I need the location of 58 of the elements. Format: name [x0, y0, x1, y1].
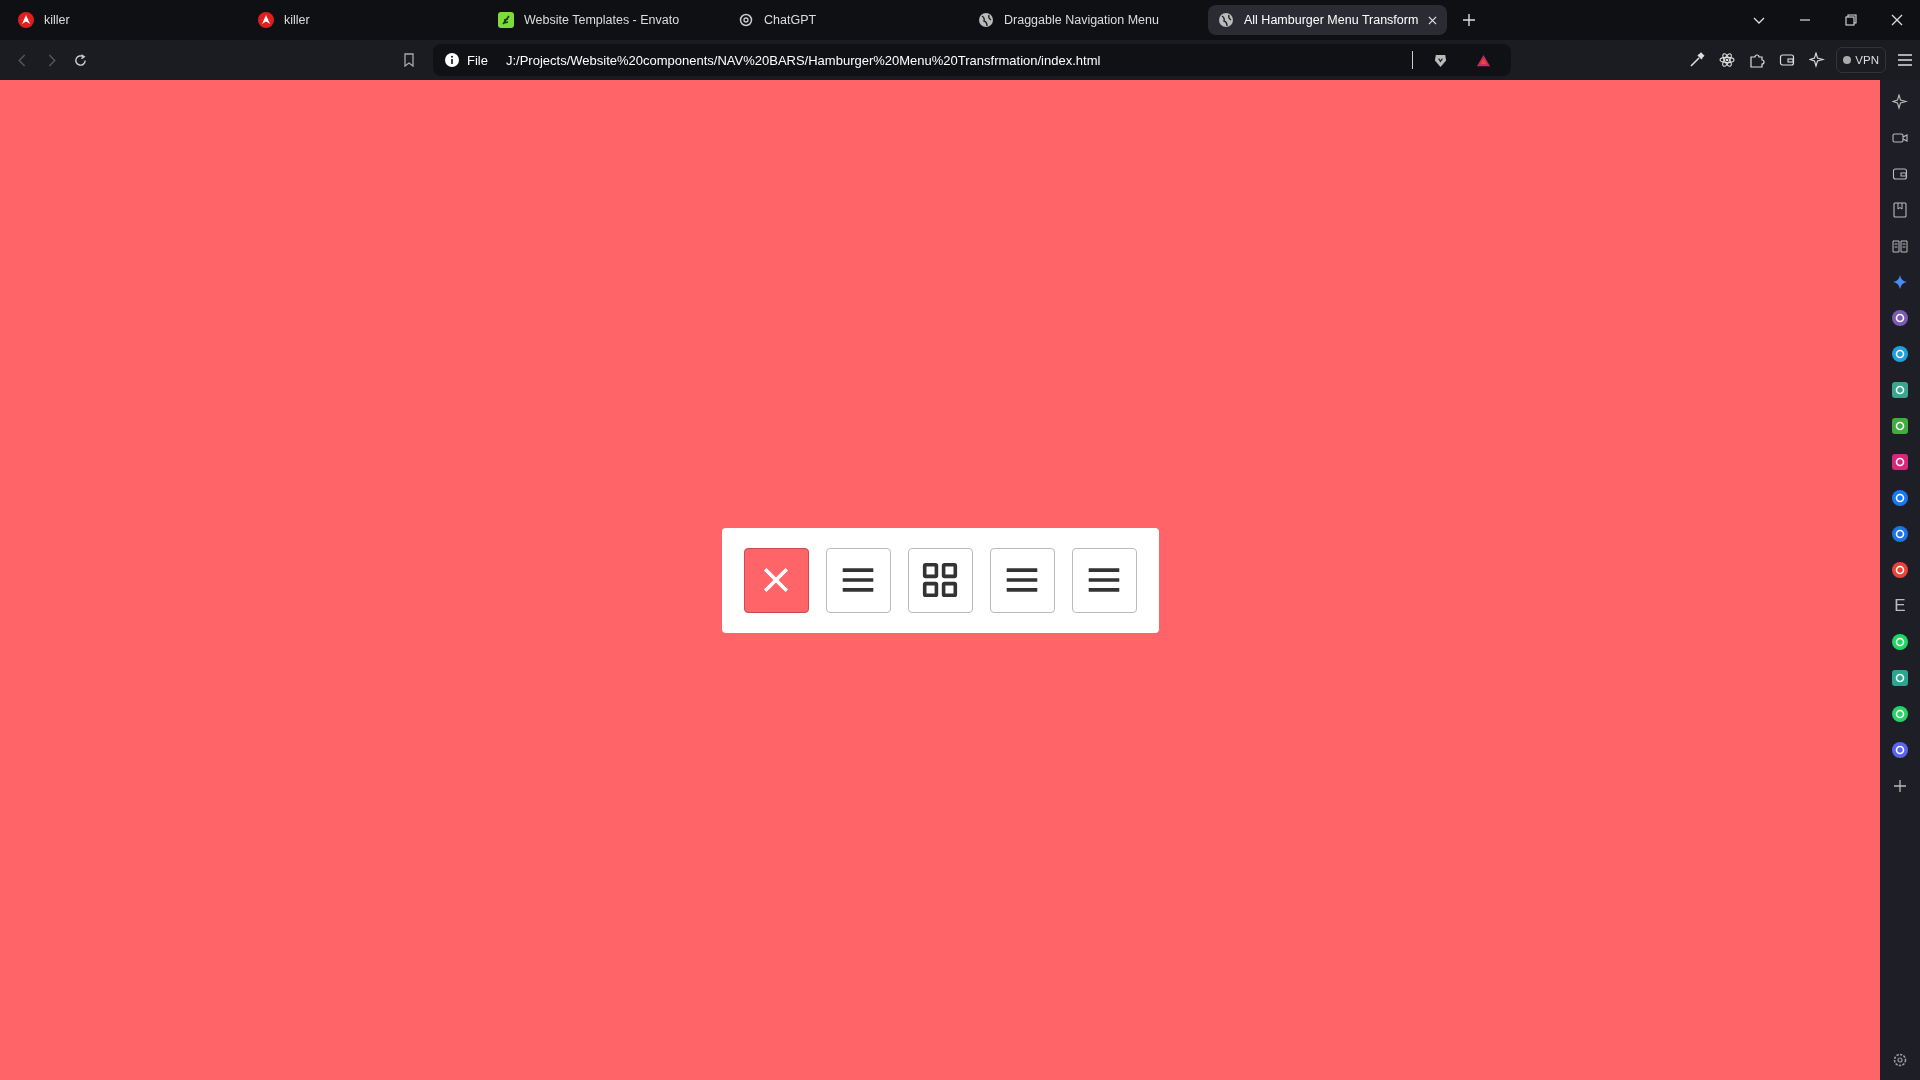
app-logo-icon[interactable] — [1892, 706, 1908, 722]
tab-title: Website Templates - Envato — [524, 13, 681, 27]
status-dot-icon — [1843, 56, 1852, 64]
app-logo-icon[interactable] — [1892, 526, 1908, 542]
menu-toggle-button[interactable] — [743, 547, 809, 613]
reload-icon[interactable] — [74, 53, 87, 67]
wallet-icon[interactable] — [1892, 166, 1908, 182]
app-logo-icon[interactable] — [1892, 310, 1908, 326]
app-logo-icon[interactable] — [1892, 742, 1908, 758]
info-icon — [445, 53, 459, 67]
scheme-label: File — [467, 52, 488, 68]
video-camera-icon[interactable] — [1892, 130, 1908, 146]
browser-tab[interactable]: All Hamburger Menu Transform — [1208, 5, 1448, 35]
menu-toggle-button[interactable] — [825, 547, 891, 613]
triangle-icon[interactable] — [1476, 52, 1491, 68]
address-bar[interactable]: File J:/Projects/Website%20components/NAV%20BARS/Hamburger%20Menu%20Transfrmation/index.html — [433, 44, 1511, 76]
grid-icon — [922, 562, 958, 598]
sparkle-icon[interactable] — [1892, 274, 1908, 290]
tab-title: killer — [284, 13, 311, 27]
eyedropper-icon[interactable] — [1689, 52, 1706, 68]
app-logo-icon[interactable] — [1892, 346, 1908, 362]
browser-tab[interactable]: killer — [248, 5, 474, 35]
settings-icon[interactable] — [1892, 1052, 1908, 1068]
leaf-logo-icon — [498, 12, 514, 28]
url-text: J:/Projects/Website%20components/NAV%20BARS/Hamburger%20Menu%20Transfrmation/index.html — [505, 52, 1102, 68]
globe-icon — [978, 12, 994, 28]
book-icon[interactable] — [1892, 202, 1908, 218]
sparkle-icon[interactable] — [1892, 94, 1908, 110]
app-logo-icon[interactable] — [1892, 562, 1908, 578]
app-logo-icon[interactable] — [1892, 454, 1908, 470]
tab-title: ChatGPT — [764, 13, 818, 27]
close-tab-icon[interactable] — [1428, 15, 1438, 25]
menu-toggle-button[interactable] — [1071, 547, 1137, 613]
atom-icon[interactable] — [1719, 52, 1736, 68]
tab-title: All Hamburger Menu Transform — [1244, 13, 1419, 27]
sparkle-icon[interactable] — [1809, 52, 1826, 68]
browser-tab[interactable]: ChatGPT — [728, 5, 954, 35]
puzzle-icon[interactable] — [1749, 52, 1766, 68]
menu-icon[interactable] — [1897, 52, 1913, 68]
app-logo-icon[interactable] — [1892, 490, 1908, 506]
app-logo-icon[interactable] — [1892, 634, 1908, 650]
bookmark-icon[interactable] — [403, 53, 415, 67]
close-icon[interactable] — [1891, 14, 1903, 26]
add-icon[interactable] — [1892, 778, 1908, 794]
letter-logo-icon[interactable]: E — [1894, 598, 1906, 614]
tab-title: Draggable Navigation Menu — [1004, 13, 1160, 27]
vpn-button[interactable]: VPN — [1836, 47, 1886, 73]
open-book-icon[interactable] — [1892, 238, 1908, 254]
new-tab-icon[interactable] — [1463, 14, 1476, 26]
browser-tab[interactable]: killer — [8, 5, 234, 35]
menu-toggle-button[interactable] — [907, 547, 973, 613]
globe-icon — [1218, 12, 1234, 28]
tab-title: killer — [44, 13, 71, 27]
restore-icon[interactable] — [1845, 14, 1857, 26]
wallet-icon[interactable] — [1779, 52, 1796, 68]
browser-tab[interactable]: Website Templates - Envato — [488, 5, 714, 35]
browser-tab[interactable]: Draggable Navigation Menu — [968, 5, 1194, 35]
menu-toggle-button[interactable] — [989, 547, 1055, 613]
